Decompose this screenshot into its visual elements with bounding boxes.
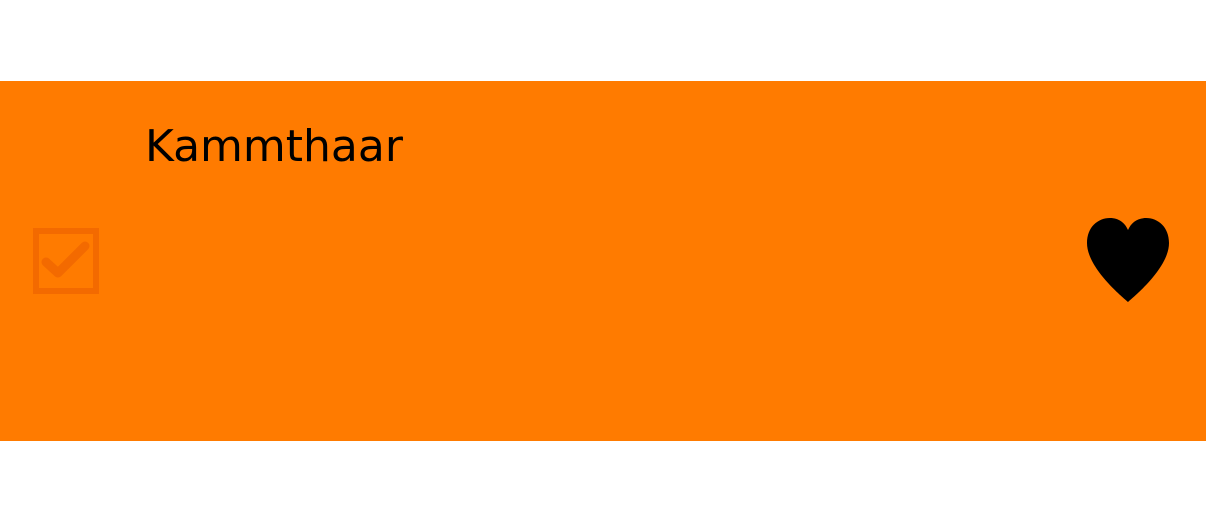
item-title: Kammthaar <box>145 121 403 172</box>
list-item-card[interactable]: Kammthaar <box>0 81 1206 441</box>
heart-icon[interactable] <box>1085 217 1171 303</box>
checkbox-checked-icon[interactable] <box>33 228 99 294</box>
